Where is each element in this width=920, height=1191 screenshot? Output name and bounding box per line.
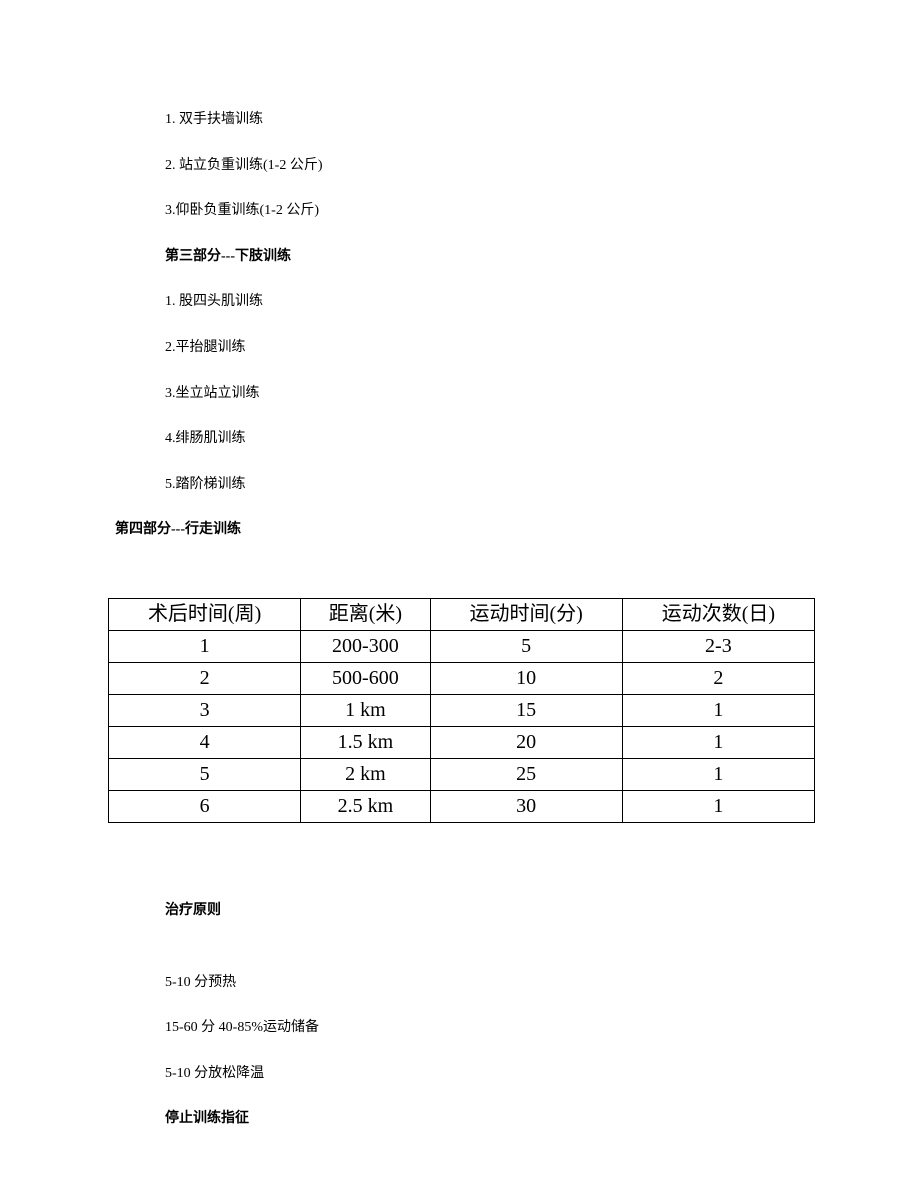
table-cell: 4 — [109, 726, 301, 758]
list-item: 1. 股四头肌训练 — [0, 292, 920, 312]
table-header: 距离(米) — [301, 598, 430, 630]
table-row: 3 1 km 15 1 — [109, 694, 815, 726]
table-cell: 10 — [430, 662, 622, 694]
principles-heading: 治疗原则 — [0, 901, 920, 921]
table-header-row: 术后时间(周) 距离(米) 运动时间(分) 运动次数(日) — [109, 598, 815, 630]
table-cell: 20 — [430, 726, 622, 758]
section3-heading: 第三部分---下肢训练 — [0, 247, 920, 267]
table-cell: 15 — [430, 694, 622, 726]
walking-training-table: 术后时间(周) 距离(米) 运动时间(分) 运动次数(日) 1 200-300 … — [0, 598, 920, 823]
list-item: 15-60 分 40-85%运动储备 — [0, 1018, 920, 1038]
table-cell: 1 — [622, 694, 814, 726]
table-cell: 30 — [430, 790, 622, 822]
table-cell: 3 — [109, 694, 301, 726]
table-row: 2 500-600 10 2 — [109, 662, 815, 694]
stop-heading: 停止训练指征 — [0, 1109, 920, 1129]
table-header: 运动时间(分) — [430, 598, 622, 630]
table-cell: 1 km — [301, 694, 430, 726]
table-cell: 500-600 — [301, 662, 430, 694]
list-item: 4.绯肠肌训练 — [0, 429, 920, 449]
table-cell: 1 — [622, 790, 814, 822]
table-row: 5 2 km 25 1 — [109, 758, 815, 790]
document-body: 1. 双手扶墙训练 2. 站立负重训练(1-2 公斤) 3.仰卧负重训练(1-2… — [0, 0, 920, 1129]
list-item: 5.踏阶梯训练 — [0, 475, 920, 495]
section4-heading: 第四部分---行走训练 — [0, 520, 920, 540]
table-row: 6 2.5 km 30 1 — [109, 790, 815, 822]
table-cell: 1 — [109, 630, 301, 662]
table-cell: 5 — [430, 630, 622, 662]
table-row: 1 200-300 5 2-3 — [109, 630, 815, 662]
table-cell: 5 — [109, 758, 301, 790]
table-cell: 2 km — [301, 758, 430, 790]
list-item: 2. 站立负重训练(1-2 公斤) — [0, 156, 920, 176]
table-header: 运动次数(日) — [622, 598, 814, 630]
list-item: 5-10 分预热 — [0, 973, 920, 993]
table-cell: 2 — [622, 662, 814, 694]
list-item: 2.平抬腿训练 — [0, 338, 920, 358]
list-item: 3.坐立站立训练 — [0, 384, 920, 404]
list-item: 1. 双手扶墙训练 — [0, 110, 920, 130]
table-cell: 200-300 — [301, 630, 430, 662]
table-cell: 25 — [430, 758, 622, 790]
table-cell: 1 — [622, 758, 814, 790]
table-cell: 2 — [109, 662, 301, 694]
table-row: 4 1.5 km 20 1 — [109, 726, 815, 758]
table-cell: 6 — [109, 790, 301, 822]
table-cell: 1.5 km — [301, 726, 430, 758]
table-cell: 2-3 — [622, 630, 814, 662]
table-cell: 2.5 km — [301, 790, 430, 822]
table-cell: 1 — [622, 726, 814, 758]
list-item: 3.仰卧负重训练(1-2 公斤) — [0, 201, 920, 221]
table-header: 术后时间(周) — [109, 598, 301, 630]
list-item: 5-10 分放松降温 — [0, 1064, 920, 1084]
